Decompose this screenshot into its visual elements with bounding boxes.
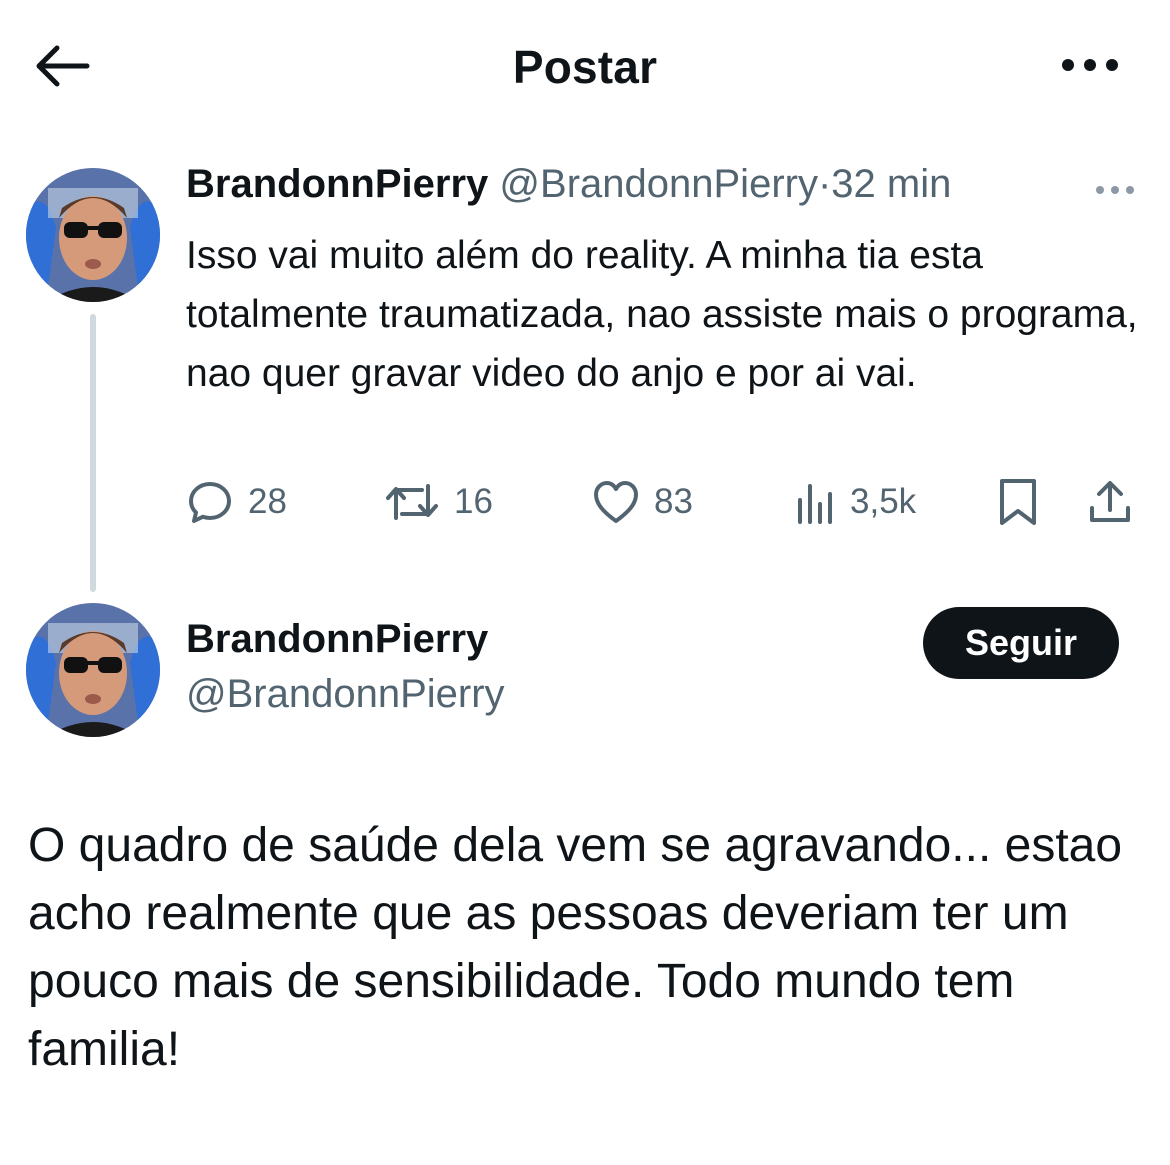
avatar-photo — [26, 168, 160, 302]
reply-button[interactable]: 28 — [186, 474, 287, 530]
like-button[interactable]: 83 — [592, 474, 693, 530]
views-chart-icon — [798, 484, 832, 524]
reply-icon — [189, 482, 231, 523]
share-icon — [1090, 481, 1130, 522]
display-name[interactable]: BrandonnPierry — [186, 617, 488, 662]
tweet-timestamp[interactable]: 32 min — [831, 162, 951, 206]
reply-count: 28 — [248, 482, 287, 521]
like-count: 83 — [654, 482, 693, 521]
thread-connector-line — [90, 314, 96, 592]
retweet-icon — [386, 484, 438, 520]
follow-button[interactable]: Seguir — [923, 607, 1119, 679]
user-handle[interactable]: @BrandonnPierry — [186, 672, 505, 717]
avatar-photo — [26, 603, 160, 737]
more-options-button[interactable] — [1050, 40, 1130, 90]
parent-tweet-header: BrandonnPierry @BrandonnPierry·32 min — [186, 162, 951, 207]
bookmark-button[interactable] — [996, 474, 1040, 530]
view-count: 3,5k — [850, 482, 917, 521]
tweet-more-button[interactable] — [1090, 170, 1140, 210]
share-button[interactable] — [1086, 474, 1134, 530]
more-horizontal-icon — [1062, 59, 1118, 71]
avatar[interactable] — [26, 603, 160, 737]
more-horizontal-icon — [1096, 186, 1134, 194]
parent-tweet-text: Isso vai muito além do reality. A minha … — [186, 234, 1138, 395]
avatar[interactable] — [26, 168, 160, 302]
bookmark-icon — [1000, 479, 1036, 525]
views-button[interactable]: 3,5k — [796, 474, 916, 530]
user-handle[interactable]: @BrandonnPierry — [499, 162, 818, 206]
main-tweet-text: O quadro de saúde dela vem se agravando.… — [28, 819, 1123, 1076]
heart-icon — [594, 481, 638, 523]
display-name[interactable]: BrandonnPierry — [186, 162, 488, 206]
retweet-count: 16 — [454, 482, 493, 521]
retweet-button[interactable]: 16 — [384, 474, 493, 530]
separator-dot: · — [817, 162, 832, 206]
page-title: Postar — [512, 41, 658, 93]
